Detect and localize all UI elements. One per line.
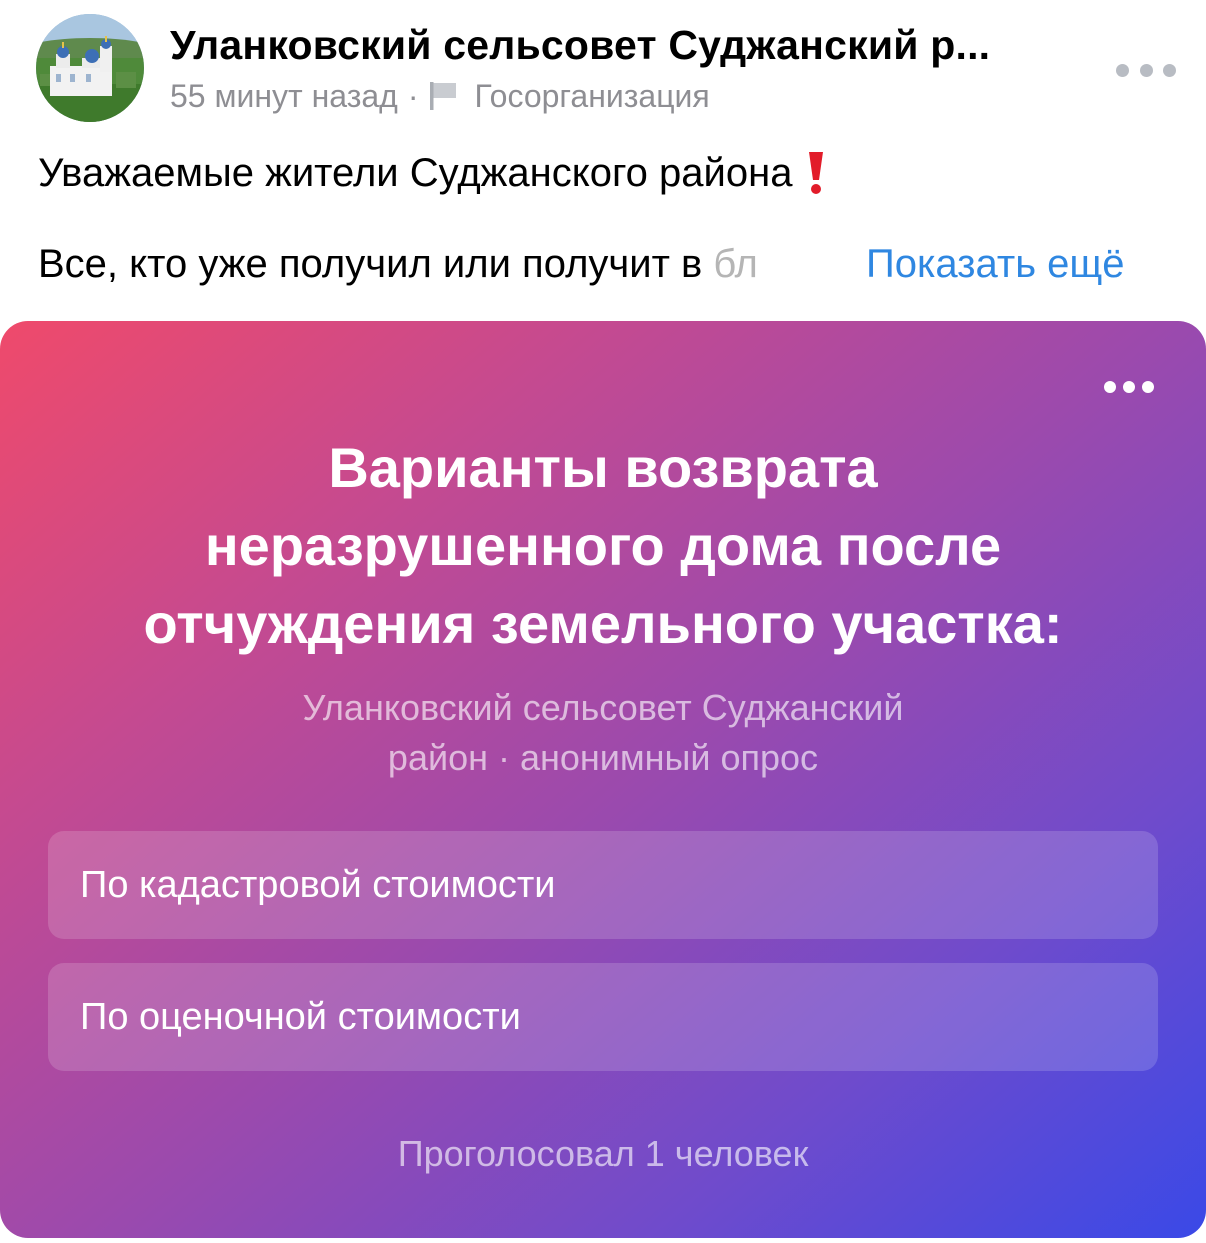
poll-option-label: По оценочной стоимости xyxy=(80,995,521,1038)
poll-subtitle-line: район · анонимный опрос xyxy=(387,737,819,778)
avatar[interactable] xyxy=(36,14,144,122)
poll-option-cadastral[interactable]: По кадастровой стоимости xyxy=(48,831,1158,939)
post-text-line-1-text: Уважаемые жители Суджанского района xyxy=(38,150,793,195)
poll-card: Варианты возврата неразрушенного дома по… xyxy=(0,321,1206,1238)
poll-more-icon[interactable] xyxy=(1104,379,1154,395)
poll-title: Варианты возврата неразрушенного дома по… xyxy=(40,429,1166,663)
author-type: Госорганизация xyxy=(474,77,710,114)
poll-option-appraised[interactable]: По оценочной стоимости xyxy=(48,963,1158,1071)
post-screen: Уланковский сельсовет Суджанский р... 55… xyxy=(0,0,1206,1243)
meta-separator: · xyxy=(407,77,419,114)
post-text-line-2-text: Все, кто уже получил или получит в xyxy=(38,242,714,286)
poll-subtitle-line: Уланковский сельсовет Суджанский xyxy=(302,687,904,728)
post-meta: 55 минут назад · Госорганизация xyxy=(170,76,710,116)
post-text-line-1: Уважаемые жители Суджанского района xyxy=(38,150,826,196)
poll-title-line: отчуждения земельного участка: xyxy=(143,592,1063,655)
church-photo-avatar xyxy=(36,14,144,122)
red-exclamation-icon xyxy=(809,152,824,194)
flag-icon xyxy=(430,82,457,110)
more-horizontal-icon[interactable] xyxy=(1116,56,1176,84)
poll-subtitle: Уланковский сельсовет Суджанский район ·… xyxy=(100,683,1106,783)
poll-vote-count[interactable]: Проголосовал 1 человек xyxy=(0,1133,1206,1175)
show-more-link[interactable]: Показать ещё xyxy=(862,242,1125,287)
poll-option-label: По кадастровой стоимости xyxy=(80,863,556,906)
author-name[interactable]: Уланковский сельсовет Суджанский р... xyxy=(170,22,1070,69)
poll-title-line: неразрушенного дома после xyxy=(204,514,1002,577)
post-time: 55 минут назад xyxy=(170,77,398,114)
poll-title-line: Варианты возврата xyxy=(328,436,878,499)
post-text-fade: бл xyxy=(713,242,758,286)
